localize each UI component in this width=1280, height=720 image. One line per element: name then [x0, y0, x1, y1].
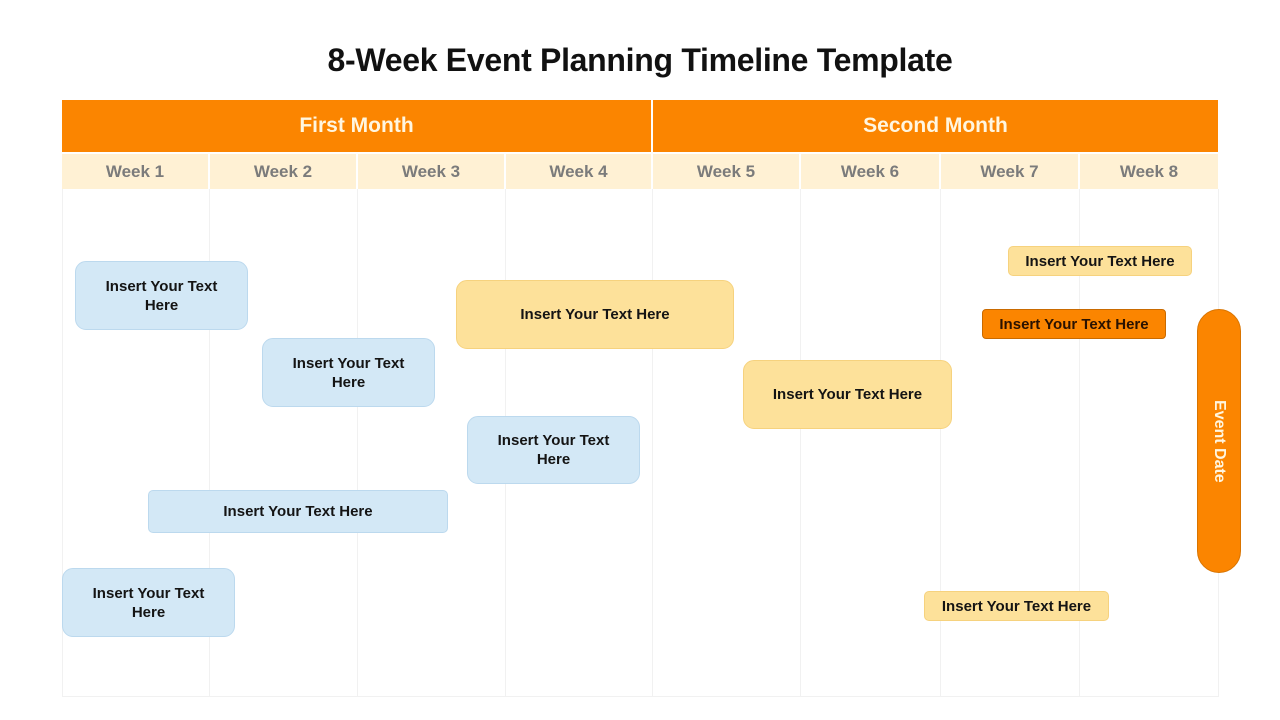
event-date-label: Event Date — [1211, 399, 1228, 483]
week-header-4: Week 4 — [506, 154, 651, 189]
task-box[interactable]: Insert Your Text Here — [743, 360, 952, 429]
task-box-highlighted[interactable]: Insert Your Text Here — [982, 309, 1166, 339]
task-box[interactable]: Insert Your Text Here — [456, 280, 734, 349]
week-header-1: Week 1 — [62, 154, 208, 189]
task-box[interactable]: Insert Your Text Here — [924, 591, 1109, 621]
task-box[interactable]: Insert Your Text Here — [75, 261, 248, 330]
week-header-5: Week 5 — [653, 154, 799, 189]
task-box[interactable]: Insert Your Text Here — [1008, 246, 1192, 276]
page-title: 8-Week Event Planning Timeline Template — [327, 42, 953, 78]
task-box[interactable]: Insert Your Text Here — [262, 338, 435, 407]
week-header-8: Week 8 — [1080, 154, 1218, 189]
task-box[interactable]: Insert Your Text Here — [148, 490, 448, 533]
event-date-marker[interactable]: Event Date — [1197, 309, 1241, 573]
month-header-first: First Month — [62, 100, 651, 152]
grid-line — [800, 189, 801, 697]
task-box[interactable]: Insert Your Text Here — [62, 568, 235, 637]
grid-line — [357, 189, 358, 697]
week-header-6: Week 6 — [801, 154, 939, 189]
week-header-3: Week 3 — [358, 154, 504, 189]
week-header-7: Week 7 — [941, 154, 1078, 189]
grid-line — [652, 189, 653, 697]
grid-bottom-line — [62, 696, 1218, 697]
week-header-2: Week 2 — [210, 154, 356, 189]
month-header-second: Second Month — [653, 100, 1218, 152]
task-box[interactable]: Insert Your Text Here — [467, 416, 640, 484]
